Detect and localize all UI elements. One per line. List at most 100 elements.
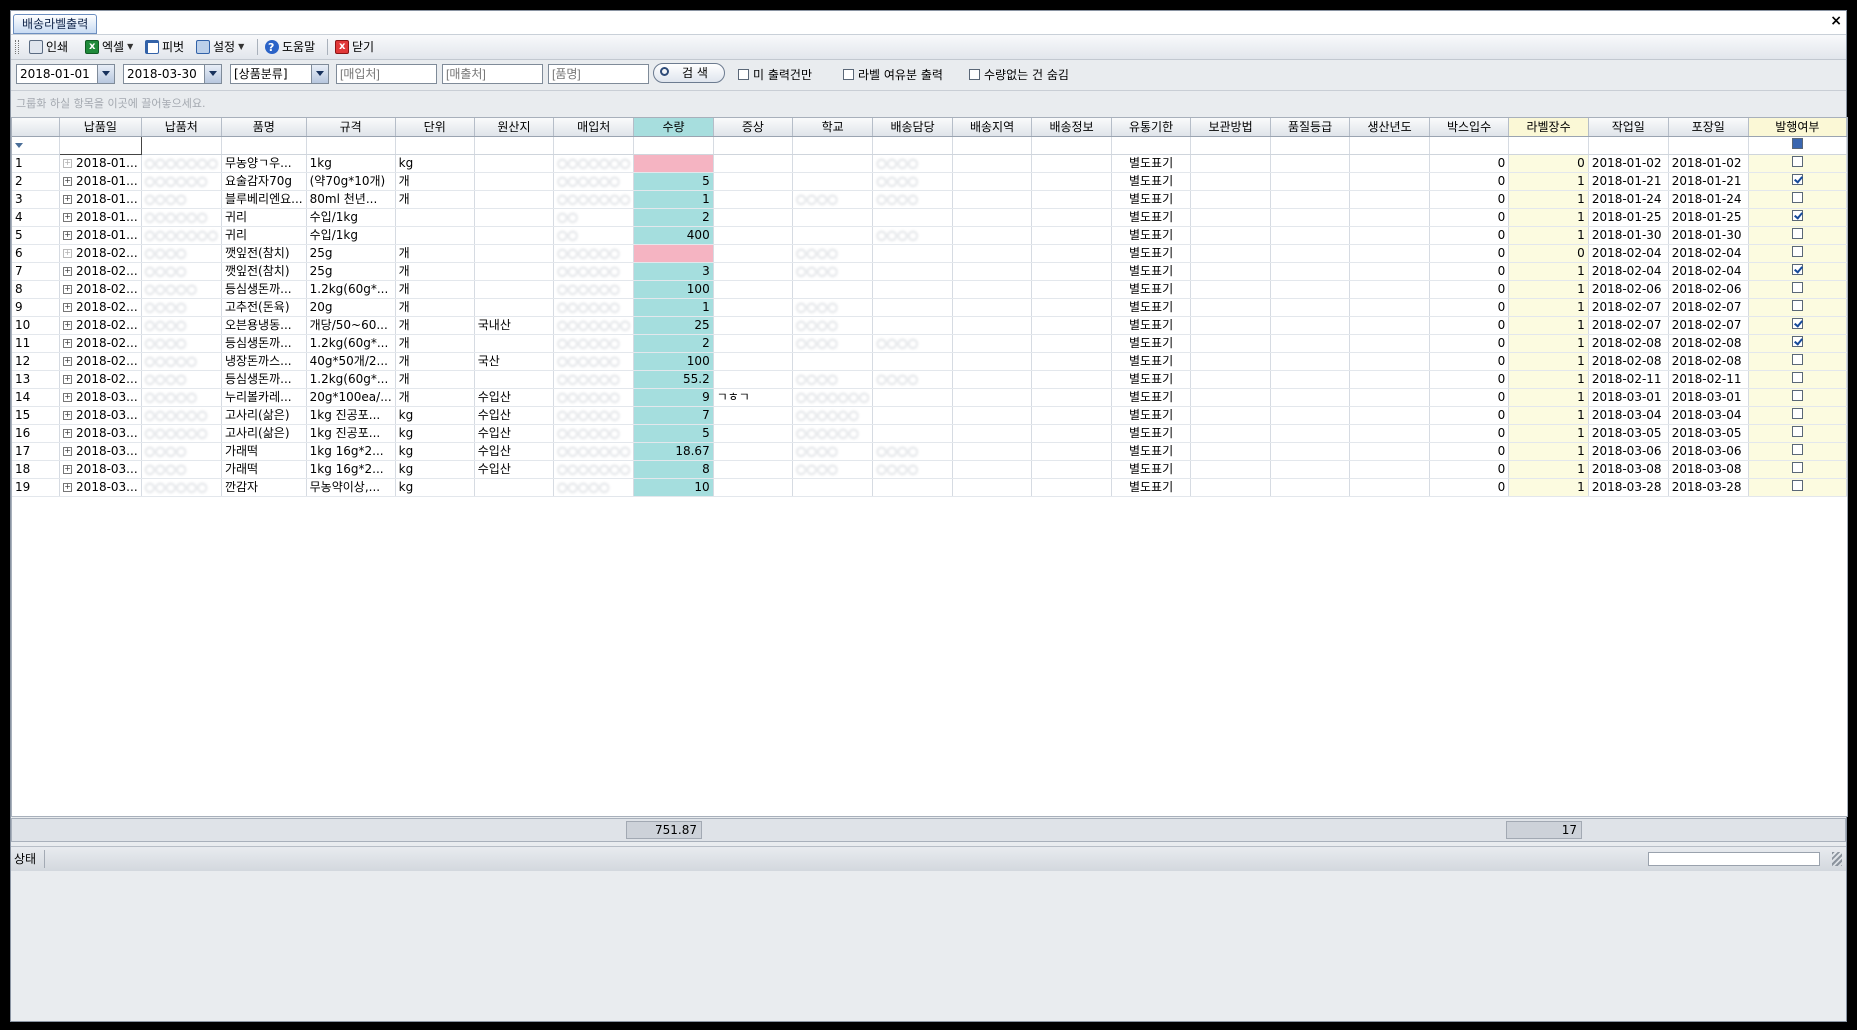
cell-date[interactable]: +2018-02... [59, 244, 142, 263]
issued-checkbox-cell[interactable] [1748, 244, 1847, 263]
cell-pack[interactable]: 2018-01-30 [1668, 226, 1749, 245]
column-header[interactable]: 포장일 [1668, 118, 1749, 137]
cell-school[interactable] [792, 352, 874, 371]
chevron-down-icon[interactable] [311, 65, 328, 83]
cell-grade[interactable] [1270, 262, 1351, 281]
cell-box[interactable]: 0 [1429, 244, 1510, 263]
cell-work[interactable]: 2018-03-06 [1588, 442, 1669, 461]
column-header[interactable] [12, 118, 61, 137]
cell-pack[interactable]: 2018-03-05 [1668, 424, 1749, 443]
cell-supplier[interactable]: ○○○○○○○ [553, 316, 635, 335]
cell-qty[interactable] [633, 244, 714, 263]
cell-store[interactable] [1190, 388, 1271, 407]
cell-item[interactable]: 고추전(돈육) [221, 298, 307, 317]
issued-checkbox-cell[interactable] [1748, 334, 1847, 353]
cell-grade[interactable] [1270, 208, 1351, 227]
cell-mgr[interactable]: ○○○○ [872, 370, 953, 389]
cell-mgr[interactable] [872, 262, 953, 281]
cell-origin[interactable] [474, 280, 555, 299]
cell-area[interactable] [952, 226, 1033, 245]
cell-year[interactable] [1349, 478, 1430, 497]
cell-date[interactable]: +2018-02... [59, 280, 142, 299]
cell-supplier[interactable]: ○○○○○○○ [553, 442, 635, 461]
table-row[interactable]: 12 +2018-02... ○○○○○ 냉장돈까스... 40g*50개/2... 개 국… [12, 352, 1847, 371]
cell-year[interactable] [1349, 280, 1430, 299]
cell-school[interactable]: ○○○○ [792, 190, 874, 209]
cell-supplier[interactable]: ○○○○○○○ [553, 190, 635, 209]
cell-unit[interactable] [395, 226, 475, 245]
cell-school[interactable]: ○○○○ [792, 244, 874, 263]
cell-origin[interactable] [474, 370, 555, 389]
cell-work[interactable]: 2018-01-30 [1588, 226, 1669, 245]
cell-exp[interactable]: 별도표기 [1111, 478, 1192, 497]
cell-mgr[interactable]: ○○○○ [872, 190, 953, 209]
cell-school[interactable]: ○○○○ [792, 442, 874, 461]
cell-exp[interactable]: 별도표기 [1111, 442, 1192, 461]
cell-area[interactable] [952, 388, 1033, 407]
cell-item[interactable]: 깐감자 [221, 478, 307, 497]
cell-sym[interactable] [713, 352, 794, 371]
cell-labels[interactable]: 1 [1508, 280, 1589, 299]
column-header[interactable]: 품명 [221, 118, 307, 137]
cell-origin[interactable] [474, 334, 555, 353]
cell-spec[interactable]: 20g*100ea/... [306, 388, 396, 407]
issued-checkbox-cell[interactable] [1748, 280, 1847, 299]
cell-spec[interactable]: 1.2kg(60g*... [306, 334, 396, 353]
cell-mgr[interactable] [872, 280, 953, 299]
cell-school[interactable] [792, 478, 874, 497]
cell-sym[interactable] [713, 424, 794, 443]
cell-exp[interactable]: 별도표기 [1111, 460, 1192, 479]
column-header[interactable]: 생산년도 [1349, 118, 1430, 137]
cell-unit[interactable]: 개 [395, 334, 475, 353]
cell-date[interactable]: +2018-02... [59, 298, 142, 317]
cell-info[interactable] [1031, 334, 1112, 353]
help-button[interactable]: 도움말 [265, 38, 315, 57]
cell-exp[interactable]: 별도표기 [1111, 406, 1192, 425]
table-row[interactable]: 4 +2018-01... ○○○○○○ 귀리 수입/1kg ○○ 2 별도표기 0 1 2018-… [12, 208, 1847, 227]
cell-sym[interactable] [713, 442, 794, 461]
cell-exp[interactable]: 별도표기 [1111, 226, 1192, 245]
cell-year[interactable] [1349, 388, 1430, 407]
cell-qty[interactable]: 10 [633, 478, 714, 497]
cell-cust[interactable]: ○○○○ [141, 244, 222, 263]
cell-year[interactable] [1349, 190, 1430, 209]
cell-mgr[interactable]: ○○○○ [872, 154, 953, 173]
cell-cust[interactable]: ○○○○○○ [141, 172, 222, 191]
cell-mgr[interactable] [872, 388, 953, 407]
cell-exp[interactable]: 별도표기 [1111, 370, 1192, 389]
cell-work[interactable]: 2018-02-07 [1588, 316, 1669, 335]
cell-spec[interactable]: 1.2kg(60g*... [306, 280, 396, 299]
cell-school[interactable]: ○○○○○○ [792, 424, 874, 443]
cell-work[interactable]: 2018-03-01 [1588, 388, 1669, 407]
cell-unit[interactable]: 개 [395, 388, 475, 407]
cell-unit[interactable]: 개 [395, 316, 475, 335]
issued-checkbox-cell[interactable] [1748, 352, 1847, 371]
cell-supplier[interactable]: ○○○○○○ [553, 172, 635, 191]
column-header[interactable]: 라벨장수 [1508, 118, 1589, 137]
cell-pack[interactable]: 2018-02-08 [1668, 352, 1749, 371]
cell-date[interactable]: +2018-03... [59, 442, 142, 461]
cell-item[interactable]: 귀리 [221, 208, 307, 227]
checkbox-icon[interactable] [738, 69, 749, 80]
checkbox-icon[interactable] [969, 69, 980, 80]
cell-box[interactable]: 0 [1429, 172, 1510, 191]
checkbox-icon[interactable] [1791, 282, 1803, 293]
cell-unit[interactable]: 개 [395, 370, 475, 389]
table-row[interactable]: 3 +2018-01... ○○○○ 블루베리엔요... 80ml 천년... 개 ○○○○… [12, 190, 1847, 209]
cell-work[interactable]: 2018-02-04 [1588, 262, 1669, 281]
cell-store[interactable] [1190, 154, 1271, 173]
cell-cust[interactable]: ○○○○○ [141, 352, 222, 371]
cell-pack[interactable]: 2018-02-04 [1668, 244, 1749, 263]
print-button[interactable]: 인쇄 [29, 38, 68, 56]
cell-origin[interactable] [474, 208, 555, 227]
cell-spec[interactable]: 20g [306, 298, 396, 317]
expand-row-icon[interactable]: + [63, 177, 73, 186]
table-row[interactable]: 19 +2018-03... ○○○○○○ 깐감자 무농약이상,... kg ○○○○○ 10… [12, 478, 1847, 497]
expand-row-icon[interactable]: + [63, 285, 73, 294]
cell-mgr[interactable] [872, 298, 953, 317]
cell-sym[interactable] [713, 316, 794, 335]
cell-info[interactable] [1031, 388, 1112, 407]
cell-exp[interactable]: 별도표기 [1111, 244, 1192, 263]
cell-box[interactable]: 0 [1429, 208, 1510, 227]
cell-school[interactable] [792, 172, 874, 191]
